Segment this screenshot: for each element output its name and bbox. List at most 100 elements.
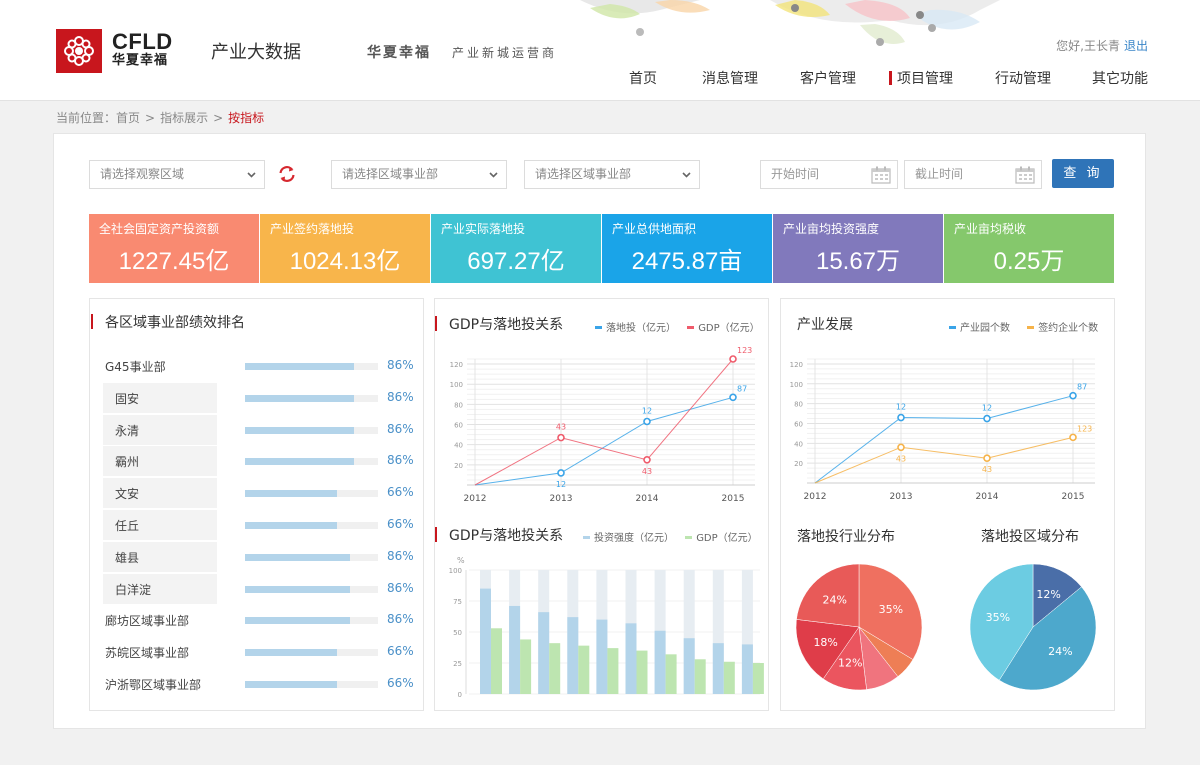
ranking-row[interactable]: 文安 66% xyxy=(90,478,423,509)
division-select-1[interactable]: 请选择区域事业部 xyxy=(331,160,507,189)
start-date-placeholder: 开始时间 xyxy=(771,167,820,181)
data-label: 123 xyxy=(1077,424,1092,433)
division-select-1-placeholder: 请选择区域事业部 xyxy=(342,167,439,181)
data-label: 123 xyxy=(737,346,752,355)
bar-gdp xyxy=(491,628,502,694)
ranking-row[interactable]: 沪浙鄂区域事业部 66% xyxy=(90,669,423,700)
breadcrumb-separator: > xyxy=(145,111,156,125)
chevron-down-icon xyxy=(682,172,691,178)
start-date-input[interactable]: 开始时间 xyxy=(760,160,898,189)
x-tick-label: 2013 xyxy=(550,494,573,504)
chevron-down-icon xyxy=(489,172,498,178)
ranking-row[interactable]: 雄县 86% xyxy=(90,541,423,573)
breadcrumb-home[interactable]: 当前位置：首页 xyxy=(56,111,140,125)
data-point xyxy=(1069,391,1077,400)
ranking-title: 各区域事业部绩效排名 xyxy=(91,312,245,332)
legend-item[interactable]: GDP（亿元） xyxy=(687,323,760,334)
legend-item[interactable]: GDP（亿元） xyxy=(685,533,758,544)
stat-label: 产业签约落地投 xyxy=(270,222,355,236)
ranking-row-percent: 66% xyxy=(387,485,414,500)
ranking-row[interactable]: G45事业部 86% xyxy=(90,351,423,382)
ranking-row-name: G45事业部 xyxy=(105,360,166,374)
bar-investment xyxy=(567,617,579,694)
stat-tile-land-area[interactable]: 产业总供地面积 2475.87亩 xyxy=(602,214,772,283)
y-tick-label: 120 xyxy=(790,361,803,369)
ranking-row[interactable]: 廊坊区域事业部 86% xyxy=(90,605,423,636)
ranking-row-name: 任丘 xyxy=(115,519,140,533)
legend-label: 产业园个数 xyxy=(960,323,1010,334)
breadcrumb-item[interactable]: 指标展示 xyxy=(160,111,208,125)
y-tick-label: 80 xyxy=(794,401,803,409)
nav-messages[interactable]: 消息管理 xyxy=(702,68,758,88)
data-point xyxy=(897,413,905,422)
nav-customers[interactable]: 客户管理 xyxy=(800,68,856,88)
data-point xyxy=(557,469,565,477)
data-point xyxy=(897,443,905,452)
logo-flower-icon xyxy=(64,36,94,66)
data-point xyxy=(983,414,991,423)
ranking-panel: 各区域事业部绩效排名 G45事业部 86% 固安 86% 永清 86% 霸州 86% 文安 66%… xyxy=(89,298,424,711)
area-select[interactable]: 请选择观察区域 xyxy=(89,160,265,189)
breadcrumb-current: 按指标 xyxy=(228,111,265,125)
legend-item[interactable]: 签约企业个数 xyxy=(1027,323,1098,334)
ranking-progress-track xyxy=(245,426,378,434)
x-tick-label: 2015 xyxy=(722,494,745,504)
end-date-input[interactable]: 截止时间 xyxy=(904,160,1042,189)
gdp-charts-panel: GDP与落地投关系 落地投（亿元） GDP（亿元） 20 40 60 80 100 120… xyxy=(434,298,769,711)
header: CFLD 华夏幸福 产业大数据 华夏幸福 产业新城运营商 您好,王长青 退出 首… xyxy=(0,0,1200,101)
region-distribution-pie: 12% 24% 35% xyxy=(970,564,1097,691)
legend-item[interactable]: 投资强度（亿元） xyxy=(583,533,674,544)
bar-gdp xyxy=(636,650,648,694)
ranking-row[interactable]: 白洋淀 86% xyxy=(90,573,423,605)
stat-label: 产业亩均投资强度 xyxy=(783,222,880,236)
bar-chart-legend: 投资强度（亿元） GDP（亿元） xyxy=(583,529,758,544)
legend-label: 签约企业个数 xyxy=(1038,323,1099,334)
nav-actions[interactable]: 行动管理 xyxy=(995,68,1051,88)
ranking-row-percent: 86% xyxy=(387,389,414,404)
pie-label: 35% xyxy=(986,611,1010,624)
nav-projects[interactable]: 项目管理 xyxy=(889,68,953,88)
data-point xyxy=(983,454,991,462)
ranking-row[interactable]: 永清 86% xyxy=(90,414,423,446)
bar-gdp xyxy=(694,659,706,694)
ranking-row[interactable]: 霸州 86% xyxy=(90,446,423,477)
data-point xyxy=(729,393,737,402)
ranking-row-name: 白洋淀 xyxy=(115,582,152,597)
ranking-row-percent: 66% xyxy=(387,517,414,531)
ranking-progress-track xyxy=(245,458,378,466)
calendar-icon xyxy=(871,166,891,184)
y-tick-label: 20 xyxy=(454,462,463,470)
nav-home[interactable]: 首页 xyxy=(629,68,657,88)
ranking-progress-track xyxy=(245,553,378,561)
nav-other[interactable]: 其它功能 xyxy=(1092,68,1148,88)
brand-slogan: 产业新城运营商 xyxy=(452,46,558,60)
world-map-decoration xyxy=(580,0,1000,46)
stat-value: 1227.45亿 xyxy=(118,248,230,275)
legend-item[interactable]: 产业园个数 xyxy=(949,323,1010,334)
y-tick-label: 50 xyxy=(453,629,462,637)
query-button[interactable]: 查 询 xyxy=(1052,159,1114,188)
stat-tile-investment-intensity[interactable]: 产业亩均投资强度 15.67万 xyxy=(773,214,943,283)
stat-tile-actual-investment[interactable]: 产业实际落地投 697.27亿 xyxy=(431,214,601,283)
ranking-row[interactable]: 固安 86% xyxy=(90,382,423,414)
logout-link[interactable]: 退出 xyxy=(1124,37,1148,54)
stat-tile-tax-per-mu[interactable]: 产业亩均税收 0.25万 xyxy=(944,214,1114,283)
division-select-2[interactable]: 请选择区域事业部 xyxy=(524,160,700,189)
bar-chart-title: GDP与落地投关系 xyxy=(434,525,563,545)
legend-item[interactable]: 落地投（亿元） xyxy=(595,323,676,334)
ranking-row-percent: 86% xyxy=(387,421,414,436)
stat-tile-signed-investment[interactable]: 产业签约落地投 1024.13亿 xyxy=(260,214,430,283)
stat-tile-fixed-asset[interactable]: 全社会固定资产投资额 1227.45亿 xyxy=(89,214,259,283)
bar-gdp xyxy=(520,639,532,694)
stat-label: 产业实际落地投 xyxy=(441,222,526,236)
pie-label: 12% xyxy=(838,656,862,669)
bar-investment xyxy=(712,643,724,694)
ranking-row[interactable]: 苏皖区域事业部 66% xyxy=(90,637,423,668)
ranking-row[interactable]: 任丘 66% xyxy=(90,510,423,541)
refresh-button[interactable] xyxy=(277,164,297,188)
logo-english: CFLD xyxy=(112,29,173,54)
line-chart-title: GDP与落地投关系 xyxy=(434,314,563,334)
y-tick-label: 40 xyxy=(794,440,803,448)
ranking-row-percent: 86% xyxy=(387,358,414,372)
x-tick-label: 2012 xyxy=(464,494,487,504)
